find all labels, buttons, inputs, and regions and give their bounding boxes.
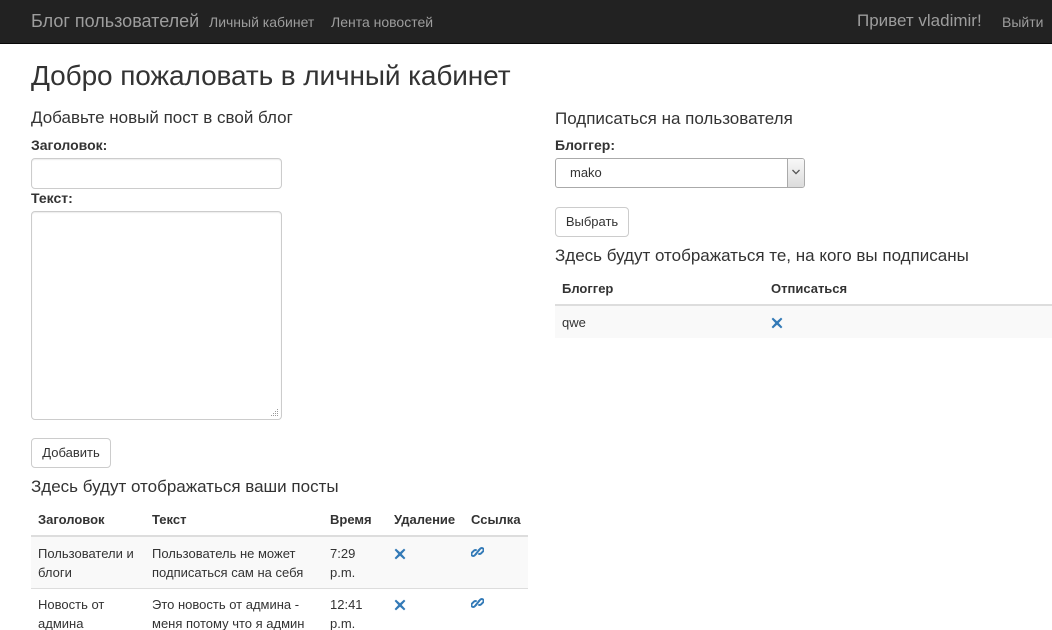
nav-link-cabinet[interactable]: Личный кабинет xyxy=(209,12,314,32)
post-text-cell: меня потому что я админ xyxy=(152,616,305,630)
remove-icon[interactable] xyxy=(394,546,406,566)
post-text-cell: Это новость от админа - xyxy=(152,597,300,612)
subscribe-heading: Подписаться на пользователя xyxy=(555,109,793,128)
remove-icon[interactable] xyxy=(394,597,406,617)
posts-heading: Здесь будут отображаться ваши посты xyxy=(31,477,339,496)
post-time-cell: 12:41 xyxy=(330,597,363,612)
post-title-input[interactable] xyxy=(31,158,282,189)
subscriptions-heading: Здесь будут отображаться те, на кого вы … xyxy=(555,246,969,265)
posts-col-title: Заголовок xyxy=(38,512,105,527)
resize-grip-icon[interactable] xyxy=(270,408,279,417)
blogger-label: Блоггер: xyxy=(555,137,615,153)
post-title-cell: админа xyxy=(38,616,84,630)
posts-col-time: Время xyxy=(330,512,372,527)
blogger-select[interactable]: mako xyxy=(555,158,805,188)
user-greeting: Привет vladimir! xyxy=(857,11,982,30)
subs-col-blogger: Блоггер xyxy=(562,281,614,296)
post-title-cell: Пользователи и xyxy=(38,546,134,561)
posts-col-text: Текст xyxy=(152,512,187,527)
post-text-textarea[interactable] xyxy=(31,211,282,420)
new-post-heading: Добавьте новый пост в свой блог xyxy=(31,108,293,127)
select-arrow[interactable] xyxy=(787,159,804,187)
subs-blogger-cell: qwe xyxy=(562,315,586,330)
post-time-cell: p.m. xyxy=(330,616,356,630)
logout-link[interactable]: Выйти xyxy=(1002,12,1043,32)
post-title-cell: Новость от xyxy=(38,597,105,612)
posts-col-link: Ссылка xyxy=(471,512,521,527)
remove-icon[interactable] xyxy=(771,315,783,335)
chevron-down-icon xyxy=(792,169,800,175)
post-text-cell: Пользователь не может xyxy=(152,546,296,561)
post-time-cell: 7:29 xyxy=(330,546,356,561)
add-post-button[interactable]: Добавить xyxy=(31,438,111,468)
post-title-label: Заголовок: xyxy=(31,137,108,153)
nav-link-news-feed[interactable]: Лента новостей xyxy=(331,12,433,32)
post-title-cell: блоги xyxy=(38,565,72,580)
brand-link[interactable]: Блог пользователей xyxy=(31,11,199,31)
choose-blogger-button[interactable]: Выбрать xyxy=(555,207,629,237)
blogger-select-value: mako xyxy=(570,165,602,180)
post-text-label: Текст: xyxy=(31,190,73,206)
link-icon[interactable] xyxy=(470,545,485,565)
subs-col-unsubscribe: Отписаться xyxy=(771,281,848,296)
post-time-cell: p.m. xyxy=(330,565,356,580)
post-text-cell: подписаться сам на себя xyxy=(152,565,304,580)
page-title: Добро пожаловать в личный кабинет xyxy=(31,60,511,91)
posts-row-divider xyxy=(31,588,528,589)
posts-col-delete: Удаление xyxy=(394,512,456,527)
navbar: Блог пользователей Личный кабинет Лента … xyxy=(0,0,1052,44)
table-row xyxy=(555,306,1052,338)
link-icon[interactable] xyxy=(470,596,485,616)
